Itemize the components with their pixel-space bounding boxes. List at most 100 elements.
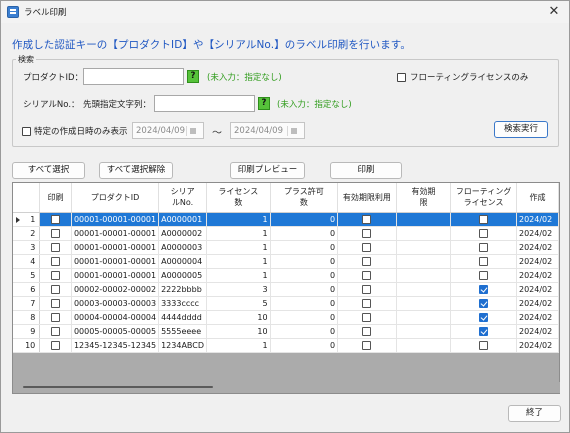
floating-cell[interactable]: [450, 212, 517, 227]
row-header[interactable]: 1: [13, 212, 41, 227]
print-checkbox[interactable]: [51, 312, 61, 322]
expiry-use-cell[interactable]: [337, 226, 397, 241]
row-header[interactable]: 3: [13, 240, 41, 255]
expiry-use-cell[interactable]: [337, 324, 397, 339]
expiry-use-checkbox[interactable]: [362, 312, 372, 322]
deselect-all-button[interactable]: すべて選択解除: [99, 162, 173, 179]
print-checkbox[interactable]: [51, 340, 61, 350]
print-cell[interactable]: [39, 254, 72, 269]
print-checkbox[interactable]: [51, 214, 61, 224]
column-header[interactable]: フローティング ライセンス: [450, 183, 517, 213]
expiry-use-checkbox[interactable]: [362, 256, 372, 266]
column-header[interactable]: プラス許可数: [270, 183, 339, 213]
table-row[interactable]: 10 12345-12345-12345 1234ABCD 1 0 2024/02: [13, 338, 559, 353]
exit-button[interactable]: 終了: [508, 405, 561, 422]
expiry-use-cell[interactable]: [337, 254, 397, 269]
floating-checkbox[interactable]: [479, 270, 489, 280]
row-header[interactable]: 6: [13, 282, 41, 297]
column-header[interactable]: ライセンス数: [206, 183, 271, 213]
table-row[interactable]: 1 00001-00001-00001 A0000001 1 0 2024/02: [13, 212, 559, 227]
table-row[interactable]: 2 00001-00001-00001 A0000002 1 0 2024/02: [13, 226, 559, 241]
floating-checkbox[interactable]: [479, 298, 489, 308]
print-cell[interactable]: [39, 212, 72, 227]
print-checkbox[interactable]: [51, 256, 61, 266]
column-header[interactable]: 印刷: [39, 183, 72, 213]
column-header[interactable]: シリア ルNo.: [158, 183, 208, 213]
expiry-use-cell[interactable]: [337, 296, 397, 311]
serial-prefix-input[interactable]: [154, 95, 255, 112]
print-cell[interactable]: [39, 240, 72, 255]
floating-checkbox[interactable]: [479, 242, 489, 252]
expiry-use-cell[interactable]: [337, 268, 397, 283]
expiry-use-cell[interactable]: [337, 338, 397, 353]
column-header[interactable]: 有効期限: [396, 183, 452, 213]
date-from-picker[interactable]: 2024/04/09: [132, 122, 204, 139]
row-header[interactable]: 8: [13, 310, 41, 325]
print-cell[interactable]: [39, 268, 72, 283]
print-checkbox[interactable]: [51, 326, 61, 336]
print-checkbox[interactable]: [51, 242, 61, 252]
expiry-use-checkbox[interactable]: [362, 242, 372, 252]
floating-cell[interactable]: [450, 226, 517, 241]
table-row[interactable]: 8 00004-00004-00004 4444dddd 10 0 2024/02: [13, 310, 559, 325]
expiry-use-cell[interactable]: [337, 282, 397, 297]
license-grid[interactable]: 印刷 プロダクトID シリア ルNo. ライセンス数 プラス許可数 有効期限利用 …: [12, 182, 560, 394]
floating-cell[interactable]: [450, 324, 517, 339]
row-header[interactable]: 2: [13, 226, 41, 241]
print-cell[interactable]: [39, 296, 72, 311]
floating-cell[interactable]: [450, 338, 517, 353]
print-cell[interactable]: [39, 338, 72, 353]
print-button[interactable]: 印刷: [330, 162, 402, 179]
floating-cell[interactable]: [450, 268, 517, 283]
search-button[interactable]: 検索実行: [494, 121, 548, 138]
row-header[interactable]: 5: [13, 268, 41, 283]
expiry-use-cell[interactable]: [337, 240, 397, 255]
table-row[interactable]: 3 00001-00001-00001 A0000003 1 0 2024/02: [13, 240, 559, 255]
print-checkbox[interactable]: [51, 298, 61, 308]
column-header[interactable]: プロダクトID: [71, 183, 160, 213]
floating-cell[interactable]: [450, 282, 517, 297]
date-filter-checkbox[interactable]: [22, 127, 31, 136]
expiry-use-checkbox[interactable]: [362, 326, 372, 336]
row-header[interactable]: 4: [13, 254, 41, 269]
select-all-button[interactable]: すべて選択: [12, 162, 85, 179]
floating-cell[interactable]: [450, 310, 517, 325]
expiry-use-checkbox[interactable]: [362, 270, 372, 280]
print-checkbox[interactable]: [51, 270, 61, 280]
row-header[interactable]: 10: [13, 338, 41, 353]
expiry-use-checkbox[interactable]: [362, 340, 372, 350]
horizontal-scrollbar[interactable]: [13, 382, 560, 393]
print-cell[interactable]: [39, 226, 72, 241]
floating-checkbox[interactable]: [479, 312, 489, 322]
date-to-picker[interactable]: 2024/04/09: [230, 122, 305, 139]
expiry-use-checkbox[interactable]: [362, 284, 372, 294]
product-id-help-button[interactable]: ?: [187, 70, 199, 83]
close-icon[interactable]: ✕: [545, 3, 563, 21]
row-header[interactable]: 7: [13, 296, 41, 311]
print-cell[interactable]: [39, 282, 72, 297]
expiry-use-cell[interactable]: [337, 212, 397, 227]
table-row[interactable]: 5 00001-00001-00001 A0000005 1 0 2024/02: [13, 268, 559, 283]
floating-checkbox[interactable]: [479, 256, 489, 266]
calendar-icon[interactable]: [287, 126, 301, 136]
floating-checkbox[interactable]: [479, 214, 489, 224]
floating-only-checkbox[interactable]: [397, 73, 406, 82]
expiry-use-cell[interactable]: [337, 310, 397, 325]
table-row[interactable]: 7 00003-00003-00003 3333cccc 5 0 2024/02: [13, 296, 559, 311]
row-header[interactable]: 9: [13, 324, 41, 339]
floating-cell[interactable]: [450, 296, 517, 311]
serial-help-button[interactable]: ?: [258, 97, 270, 110]
table-row[interactable]: 4 00001-00001-00001 A0000004 1 0 2024/02: [13, 254, 559, 269]
print-preview-button[interactable]: 印刷プレビュー: [230, 162, 305, 179]
floating-cell[interactable]: [450, 254, 517, 269]
scrollbar-thumb[interactable]: [23, 386, 213, 388]
print-checkbox[interactable]: [51, 284, 61, 294]
column-header[interactable]: 有効期限利用: [337, 183, 397, 213]
column-header[interactable]: 作成: [516, 183, 559, 213]
expiry-use-checkbox[interactable]: [362, 298, 372, 308]
print-cell[interactable]: [39, 324, 72, 339]
expiry-use-checkbox[interactable]: [362, 214, 372, 224]
table-row[interactable]: 9 00005-00005-00005 5555eeee 10 0 2024/02: [13, 324, 559, 339]
floating-checkbox[interactable]: [479, 326, 489, 336]
calendar-icon[interactable]: [186, 126, 200, 136]
